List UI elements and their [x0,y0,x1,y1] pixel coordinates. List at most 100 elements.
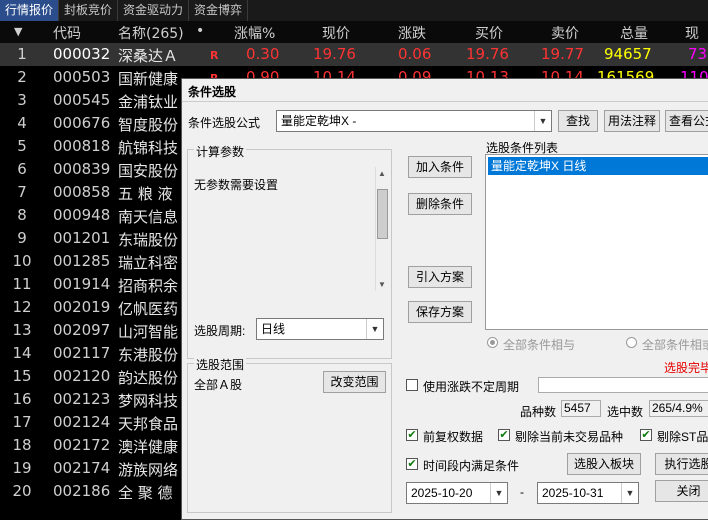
stock-code: 002120 [53,367,111,385]
row-number: 18 [12,436,32,454]
row-number: 19 [12,459,32,477]
stock-code: 002174 [53,459,111,477]
stock-name: 国新健康 [118,70,179,88]
row-number: 4 [17,114,27,132]
tab-limit-auction[interactable]: 封板竞价 [59,0,119,21]
use-range-period-checkbox[interactable] [406,379,418,391]
stock-name: 山河智能 [118,323,179,341]
dialog-title-bar[interactable]: 条件选股 [182,79,708,102]
exclude-untraded-checkbox[interactable]: ✔ [498,429,510,441]
chevron-down-icon[interactable]: ▼ [366,319,383,339]
add-condition-button[interactable]: 加入条件 [408,156,472,178]
radio-and[interactable] [487,337,498,348]
use-range-period-label: 使用涨跌不定周期 [423,380,520,394]
status-text: 选股完毕 [664,361,708,375]
row-number: 6 [17,160,27,178]
chevron-down-icon[interactable]: ▼ [534,111,551,131]
formula-select[interactable]: 量能定乾坤X - ▼ [276,110,552,132]
date-from-picker[interactable]: 2025-10-20 ▼ [406,482,508,504]
bid: 19.76 [466,45,509,63]
row-number: 10 [12,252,32,270]
scroll-down-icon[interactable]: ▼ [378,280,386,289]
stock-code: 000818 [53,137,111,155]
row-number: 15 [12,367,32,385]
change-range-button[interactable]: 改变范围 [323,371,386,393]
col-bid[interactable]: 买价 [475,23,503,43]
list-item[interactable]: 量能定乾坤X 日线 [488,157,708,175]
select-to-board-button[interactable]: 选股入板块 [567,453,641,475]
row-number: 2 [17,68,27,86]
price: 19.76 [313,45,356,63]
stock-code: 002124 [53,413,111,431]
save-plan-button[interactable]: 保存方案 [408,301,472,323]
chevron-down-icon[interactable]: ▼ [490,483,507,503]
col-change-pct[interactable]: 涨幅% [234,23,275,43]
table-row[interactable]: 1 000032 深桑达Ａ R 0.30 19.76 0.06 19.76 19… [0,43,708,66]
close-button[interactable]: 关闭 [655,480,708,502]
stock-name: 全 聚 德 [118,484,173,502]
delete-condition-button[interactable]: 删除条件 [408,193,472,215]
stock-code: 000948 [53,206,111,224]
radio-or[interactable] [626,337,637,348]
sort-arrow-icon[interactable]: ▼ [14,25,22,38]
change: 0.06 [398,45,432,63]
tab-capital-drive[interactable]: 资金驱动力 [118,0,190,21]
stock-name: 东瑞股份 [118,231,179,249]
stock-code: 002117 [53,344,111,362]
stock-code: 002097 [53,321,111,339]
col-name[interactable]: 名称(265) [118,23,184,43]
tab-capital-game[interactable]: 资金博弈 [189,0,249,21]
col-ask[interactable]: 卖价 [551,23,579,43]
exclude-st-checkbox[interactable]: ✔ [640,429,652,441]
stock-code: 000676 [53,114,111,132]
period-value: 日线 [261,322,286,336]
col-price[interactable]: 现价 [322,23,350,43]
scroll-up-icon[interactable]: ▲ [378,169,386,178]
stock-code: 000858 [53,183,111,201]
date-dash: - [520,485,524,499]
row-number: 13 [12,321,32,339]
date-to-picker[interactable]: 2025-10-31 ▼ [537,482,639,504]
stock-code: 001201 [53,229,111,247]
flag-badge: R [210,49,219,62]
row-number: 1 [17,45,27,63]
period-select[interactable]: 日线 ▼ [256,318,384,340]
count-label: 品种数 [520,405,557,419]
params-scrollbar[interactable]: ▲ ▼ [375,167,390,291]
col-code[interactable]: 代码 [53,23,81,43]
execute-button[interactable]: 执行选股 [655,453,708,475]
tab-quotes[interactable]: 行情报价 [0,0,60,21]
selected-value: 265/4.9% [649,400,708,417]
range-period-input[interactable] [538,377,708,393]
market-tabs: 行情报价 封板竞价 资金驱动力 资金博弈 [0,0,708,21]
range-label: 选股范围 [194,356,247,373]
view-formula-button[interactable]: 查看公式 [665,110,708,132]
row-number: 17 [12,413,32,431]
row-number: 3 [17,91,27,109]
pre-adjust-checkbox[interactable]: ✔ [406,429,418,441]
row-number: 12 [12,298,32,316]
condition-list[interactable]: 量能定乾坤X 日线 [485,154,708,330]
formula-value: 量能定乾坤X - [281,114,357,128]
row-number: 11 [12,275,32,293]
date-to-value: 2025-10-31 [542,486,604,500]
row-number: 16 [12,390,32,408]
stock-code: 001285 [53,252,111,270]
scroll-thumb[interactable] [377,189,388,239]
usage-notes-button[interactable]: 用法注释 [604,110,660,132]
stock-code: 000839 [53,160,111,178]
import-plan-button[interactable]: 引入方案 [408,266,472,288]
col-change[interactable]: 涨跌 [398,23,426,43]
pre-adjust-label: 前复权数据 [423,430,484,444]
row-number: 14 [12,344,32,362]
col-volume[interactable]: 总量 [620,23,648,43]
stock-name: 天邦食品 [118,415,179,433]
chevron-down-icon[interactable]: ▼ [621,483,638,503]
ask: 19.77 [541,45,584,63]
find-button[interactable]: 查找 [558,110,598,132]
time-satisfy-checkbox[interactable]: ✔ [406,458,418,470]
exclude-untraded-label: 剔除当前未交易品种 [515,430,624,444]
stock-name: 航锦科技 [118,139,179,157]
row-number: 9 [17,229,27,247]
row-number: 5 [17,137,27,155]
